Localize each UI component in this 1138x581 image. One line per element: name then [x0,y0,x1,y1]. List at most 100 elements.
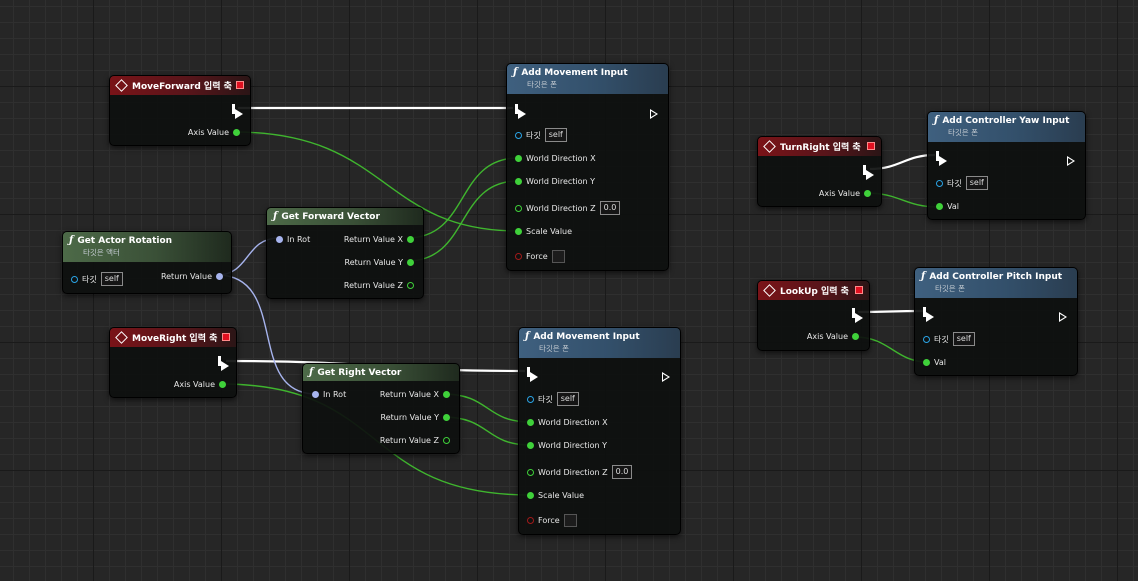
target-value[interactable]: self [544,128,567,142]
world-direction-x-pin[interactable]: World Direction X [515,154,596,163]
return-y-pin[interactable]: Return Value Y [381,413,450,422]
exec-in-pin[interactable] [527,367,538,386]
moveright-event-node[interactable]: MoveRight 입력 축 Axis Value [109,327,237,398]
node-header[interactable]: ƒ Get Forward Vector [267,208,423,225]
target-pin[interactable]: 타깃 self [515,128,567,142]
bool-pin-icon[interactable] [527,517,534,524]
scale-value-pin[interactable]: Scale Value [527,491,584,500]
force-pin[interactable]: Force [515,250,565,263]
add-controller-pitch-input-node[interactable]: ƒ Add Controller Pitch Input 타깃은 폰 타깃 self… [914,267,1078,376]
return-y-pin[interactable]: Return Value Y [345,258,414,267]
float-pin-icon[interactable] [407,236,414,243]
float-pin-icon[interactable] [443,414,450,421]
node-header[interactable]: TurnRight 입력 축 [758,137,881,156]
target-value[interactable]: self [100,272,123,286]
float-pin-icon[interactable] [219,381,226,388]
in-rot-pin[interactable]: In Rot [312,390,346,399]
exec-out-pin[interactable] [863,165,874,184]
rotator-pin-icon[interactable] [312,391,319,398]
rotator-pin-icon[interactable] [216,273,223,280]
target-pin[interactable]: 타깃 self [923,332,975,346]
float-pin-icon[interactable] [527,492,534,499]
bool-pin-icon[interactable] [515,253,522,260]
val-pin[interactable]: Val [923,358,946,367]
world-direction-x-pin[interactable]: World Direction X [527,418,608,427]
target-value[interactable]: self [952,332,975,346]
float-pin-icon[interactable] [443,437,450,444]
axis-value-pin[interactable]: Axis Value [188,128,240,137]
target-pin[interactable]: 타깃 self [527,392,579,406]
lookup-event-node[interactable]: LookUp 입력 축 Axis Value [757,280,870,351]
world-direction-y-pin[interactable]: World Direction Y [515,177,595,186]
node-header[interactable]: ƒ Add Movement Input 타깃은 폰 [519,328,680,358]
object-pin-icon[interactable] [923,335,930,343]
axis-value-pin[interactable]: Axis Value [819,189,871,198]
float-pin-icon[interactable] [864,190,871,197]
object-pin-icon[interactable] [527,395,534,403]
exec-out-pin[interactable] [1059,307,1067,326]
axis-value-pin[interactable]: Axis Value [174,380,226,389]
node-header[interactable]: ƒ Add Controller Pitch Input 타깃은 폰 [915,268,1077,298]
val-pin[interactable]: Val [936,202,959,211]
exec-in-pin[interactable] [923,307,934,326]
exec-out-pin[interactable] [650,104,658,123]
float-pin-icon[interactable] [407,259,414,266]
world-direction-y-pin[interactable]: World Direction Y [527,441,607,450]
delegate-pin-icon[interactable] [867,142,875,150]
exec-out-pin[interactable] [218,356,229,375]
scale-value-pin[interactable]: Scale Value [515,227,572,236]
world-direction-z-pin[interactable]: World Direction Z 0.0 [515,201,621,215]
moveforward-event-node[interactable]: MoveForward 입력 축 Axis Value [109,75,251,146]
node-header[interactable]: ƒ Add Movement Input 타깃은 폰 [507,64,668,94]
delegate-pin-icon[interactable] [222,333,230,341]
exec-out-pin[interactable] [1067,151,1075,170]
exec-out-pin[interactable] [662,367,670,386]
get-actor-rotation-node[interactable]: ƒ Get Actor Rotation 타깃은 액터 타깃 self Return… [62,231,232,294]
float-pin-icon[interactable] [515,204,522,212]
get-forward-vector-node[interactable]: ƒ Get Forward Vector In Rot Return Value … [266,207,424,299]
exec-in-pin[interactable] [515,104,526,123]
return-x-pin[interactable]: Return Value X [380,390,450,399]
world-direction-z-pin[interactable]: World Direction Z 0.0 [527,465,633,479]
float-pin-icon[interactable] [515,178,522,185]
add-movement-input-node[interactable]: ƒ Add Movement Input 타깃은 폰 타깃 self World D… [506,63,669,271]
get-right-vector-node[interactable]: ƒ Get Right Vector In Rot Return Value X … [302,363,460,454]
add-movement-input-node[interactable]: ƒ Add Movement Input 타깃은 폰 타깃 self World D… [518,327,681,535]
node-header[interactable]: MoveRight 입력 축 [110,328,236,347]
delegate-pin-icon[interactable] [236,81,244,89]
turnright-event-node[interactable]: TurnRight 입력 축 Axis Value [757,136,882,207]
node-header[interactable]: ƒ Add Controller Yaw Input 타깃은 폰 [928,112,1085,142]
target-pin[interactable]: 타깃 self [936,176,988,190]
add-controller-yaw-input-node[interactable]: ƒ Add Controller Yaw Input 타깃은 폰 타깃 self V… [927,111,1086,220]
target-value[interactable]: self [965,176,988,190]
node-header[interactable]: MoveForward 입력 축 [110,76,250,95]
target-value[interactable]: self [556,392,579,406]
force-checkbox[interactable] [551,250,565,263]
return-z-pin[interactable]: Return Value Z [344,281,414,290]
float-pin-icon[interactable] [515,228,522,235]
delegate-pin-icon[interactable] [855,286,863,294]
object-pin-icon[interactable] [936,179,943,187]
node-header[interactable]: ƒ Get Right Vector [303,364,459,381]
world-direction-z-value[interactable]: 0.0 [611,465,633,479]
float-pin-icon[interactable] [233,129,240,136]
force-pin[interactable]: Force [527,514,577,527]
axis-value-pin[interactable]: Axis Value [807,332,859,341]
return-z-pin[interactable]: Return Value Z [380,436,450,445]
float-pin-icon[interactable] [515,155,522,162]
float-pin-icon[interactable] [407,282,414,289]
node-header[interactable]: ƒ Get Actor Rotation 타깃은 액터 [63,232,231,262]
object-pin-icon[interactable] [515,131,522,139]
return-value-pin[interactable]: Return Value [161,272,223,281]
target-pin[interactable]: 타깃 self [71,272,123,286]
exec-in-pin[interactable] [936,151,947,170]
float-pin-icon[interactable] [527,442,534,449]
return-x-pin[interactable]: Return Value X [344,235,414,244]
force-checkbox[interactable] [563,514,577,527]
float-pin-icon[interactable] [923,359,930,366]
exec-out-pin[interactable] [232,104,243,123]
node-header[interactable]: LookUp 입력 축 [758,281,869,300]
exec-out-pin[interactable] [852,308,863,327]
float-pin-icon[interactable] [443,391,450,398]
float-pin-icon[interactable] [527,468,534,476]
